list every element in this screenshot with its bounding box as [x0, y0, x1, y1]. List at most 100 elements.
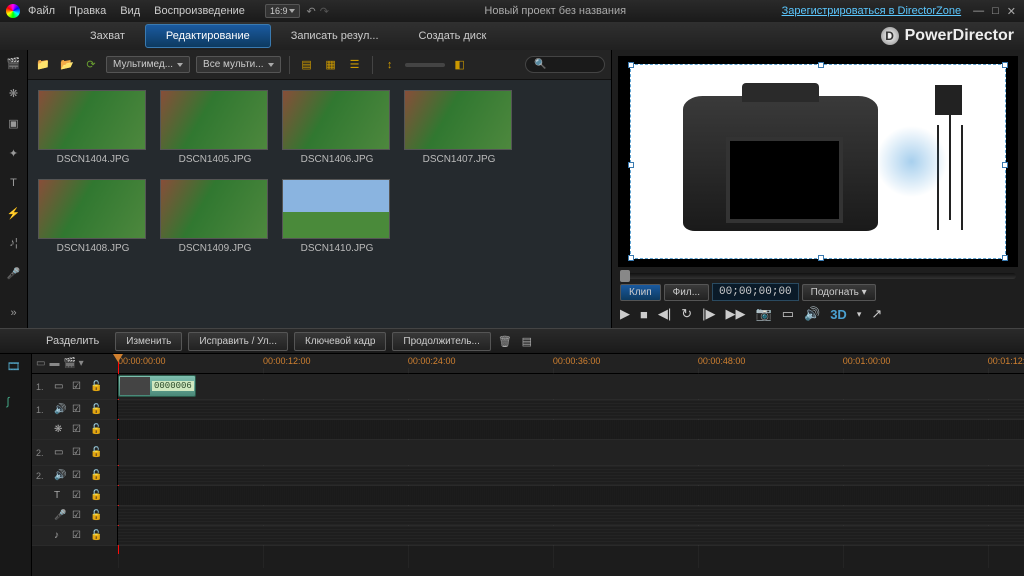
next-frame-icon[interactable]: |▶ — [702, 306, 715, 322]
modify-button[interactable]: Изменить — [115, 332, 182, 351]
aspect-ratio-selector[interactable]: 16:9 — [265, 4, 301, 18]
fast-forward-icon[interactable]: ▶▶ — [726, 306, 746, 322]
lock-toggle[interactable]: 🔓 — [90, 490, 102, 501]
more-tools-icon[interactable]: ▤ — [519, 333, 535, 349]
lock-toggle[interactable]: 🔓 — [90, 447, 102, 458]
track-manager-icon[interactable]: ▭ — [36, 358, 45, 369]
close-icon[interactable]: ✕ — [1005, 5, 1018, 18]
media-filter-dropdown[interactable]: Мультимед... — [106, 56, 190, 73]
refresh-icon[interactable]: ⟳ — [82, 56, 100, 74]
preview-clip-tab[interactable]: Клип — [620, 284, 661, 301]
video-track-2[interactable]: 2.▭☑🔓 — [32, 440, 1024, 466]
title-room-icon[interactable]: T — [5, 174, 23, 192]
media-room-icon[interactable]: 🎬 — [5, 54, 23, 72]
visible-toggle[interactable]: ☑ — [72, 530, 84, 541]
visible-toggle[interactable]: ☑ — [72, 381, 84, 392]
lock-toggle[interactable]: 🔓 — [90, 470, 102, 481]
mode-produce[interactable]: Записать резул... — [271, 22, 399, 50]
marker-icon[interactable]: 🎬 ▾ — [63, 358, 83, 369]
media-thumb[interactable]: DSCN1410.JPG — [282, 179, 392, 254]
3d-toggle[interactable]: 3D — [830, 307, 847, 322]
stop-icon[interactable]: ■ — [640, 307, 648, 322]
fit-button[interactable]: Подогнать ▾ — [802, 284, 876, 301]
lock-toggle[interactable]: 🔓 — [90, 530, 102, 541]
menu-playback[interactable]: Воспроизведение — [154, 5, 245, 17]
resize-handle[interactable] — [628, 162, 634, 168]
register-link[interactable]: Зарегистрироваться в DirectorZone — [782, 5, 962, 17]
media-thumb[interactable]: DSCN1404.JPG — [38, 90, 148, 165]
preview-quality-icon[interactable]: ▭ — [782, 306, 794, 322]
play-icon[interactable]: ▶ — [620, 306, 630, 322]
preview-movie-tab[interactable]: Фил... — [664, 284, 709, 301]
visible-toggle[interactable]: ☑ — [72, 510, 84, 521]
search-input[interactable]: 🔍 — [525, 56, 605, 73]
resize-handle[interactable] — [1002, 162, 1008, 168]
preview-scrubber[interactable] — [620, 273, 1016, 279]
duration-button[interactable]: Продолжитель... — [392, 332, 490, 351]
thumb-size-slider[interactable] — [405, 63, 445, 67]
menu-file[interactable]: Файл — [28, 5, 55, 17]
lock-toggle[interactable]: 🔓 — [90, 510, 102, 521]
undo-icon[interactable]: ↶ — [306, 5, 315, 18]
resize-handle[interactable] — [818, 62, 824, 68]
loop-icon[interactable]: ↻ — [681, 306, 692, 322]
voice-track[interactable]: 🎤☑🔓 — [32, 506, 1024, 526]
visible-toggle[interactable]: ☑ — [72, 424, 84, 435]
particle-room-icon[interactable]: ✦ — [5, 144, 23, 162]
view-details-icon[interactable]: ☰ — [346, 56, 364, 74]
transition-room-icon[interactable]: ⚡ — [5, 204, 23, 222]
library-menu-icon[interactable]: ▤ — [298, 56, 316, 74]
visible-toggle[interactable]: ☑ — [72, 490, 84, 501]
import-folder-icon[interactable]: 📂 — [58, 56, 76, 74]
track-view-icon[interactable]: ▬ — [49, 358, 59, 369]
preview-canvas[interactable] — [618, 56, 1018, 267]
mode-capture[interactable]: Захват — [70, 22, 145, 50]
media-thumb[interactable]: DSCN1408.JPG — [38, 179, 148, 254]
resize-handle[interactable] — [1002, 62, 1008, 68]
expand-sidebar-icon[interactable]: » — [5, 304, 23, 322]
media-thumb[interactable]: DSCN1409.JPG — [160, 179, 270, 254]
sort-icon[interactable]: ↕ — [381, 56, 399, 74]
lock-toggle[interactable]: 🔓 — [90, 424, 102, 435]
keyframe-button[interactable]: Ключевой кадр — [294, 332, 386, 351]
visible-toggle[interactable]: ☑ — [72, 404, 84, 415]
mixer-room-icon[interactable]: ♪¦ — [5, 234, 23, 252]
time-ruler[interactable]: 00:00:00:00 00:00:12:00 00:00:24:00 00:0… — [118, 354, 1024, 373]
view-thumbs-icon[interactable]: ▦ — [322, 56, 340, 74]
snapshot-icon[interactable]: 📷 — [756, 306, 772, 322]
delete-icon[interactable]: 🗑 — [497, 333, 513, 349]
media-type-dropdown[interactable]: Все мульти... — [196, 56, 281, 73]
maximize-icon[interactable]: □ — [990, 5, 1001, 18]
media-thumb[interactable]: DSCN1406.JPG — [282, 90, 392, 165]
visible-toggle[interactable]: ☑ — [72, 447, 84, 458]
undock-preview-icon[interactable]: ↗ — [871, 306, 882, 322]
resize-handle[interactable] — [628, 255, 634, 261]
menu-edit[interactable]: Правка — [69, 5, 106, 17]
media-thumb[interactable]: DSCN1407.JPG — [404, 90, 514, 165]
explorer-toggle-icon[interactable]: ◧ — [451, 56, 469, 74]
pip-room-icon[interactable]: ▣ — [5, 114, 23, 132]
media-thumb[interactable]: DSCN1405.JPG — [160, 90, 270, 165]
resize-handle[interactable] — [818, 255, 824, 261]
lock-toggle[interactable]: 🔓 — [90, 381, 102, 392]
video-track-1[interactable]: 1.▭☑🔓 0000006 — [32, 374, 1024, 400]
lock-toggle[interactable]: 🔓 — [90, 404, 102, 415]
mode-disc[interactable]: Создать диск — [399, 22, 507, 50]
audio-track-2[interactable]: 2.🔊☑🔓 — [32, 466, 1024, 486]
mode-editing[interactable]: Редактирование — [145, 24, 271, 48]
music-track[interactable]: ♪☑🔓 — [32, 526, 1024, 546]
volume-icon[interactable]: 🔊 — [804, 306, 820, 322]
timecode-display[interactable]: 00;00;00;00 — [712, 283, 799, 301]
fx-room-icon[interactable]: ❋ — [5, 84, 23, 102]
storyboard-mode-icon[interactable]: ∫ — [7, 396, 25, 414]
timeline-clip[interactable]: 0000006 — [118, 375, 196, 397]
menu-view[interactable]: Вид — [120, 5, 140, 17]
minimize-icon[interactable]: — — [971, 5, 986, 18]
prev-frame-icon[interactable]: ◀| — [658, 306, 671, 322]
title-track[interactable]: T☑🔓 — [32, 486, 1024, 506]
fix-enhance-button[interactable]: Исправить / Ул... — [188, 332, 288, 351]
visible-toggle[interactable]: ☑ — [72, 470, 84, 481]
resize-handle[interactable] — [1002, 255, 1008, 261]
import-media-icon[interactable]: 📁 — [34, 56, 52, 74]
voiceover-room-icon[interactable]: 🎤 — [5, 264, 23, 282]
